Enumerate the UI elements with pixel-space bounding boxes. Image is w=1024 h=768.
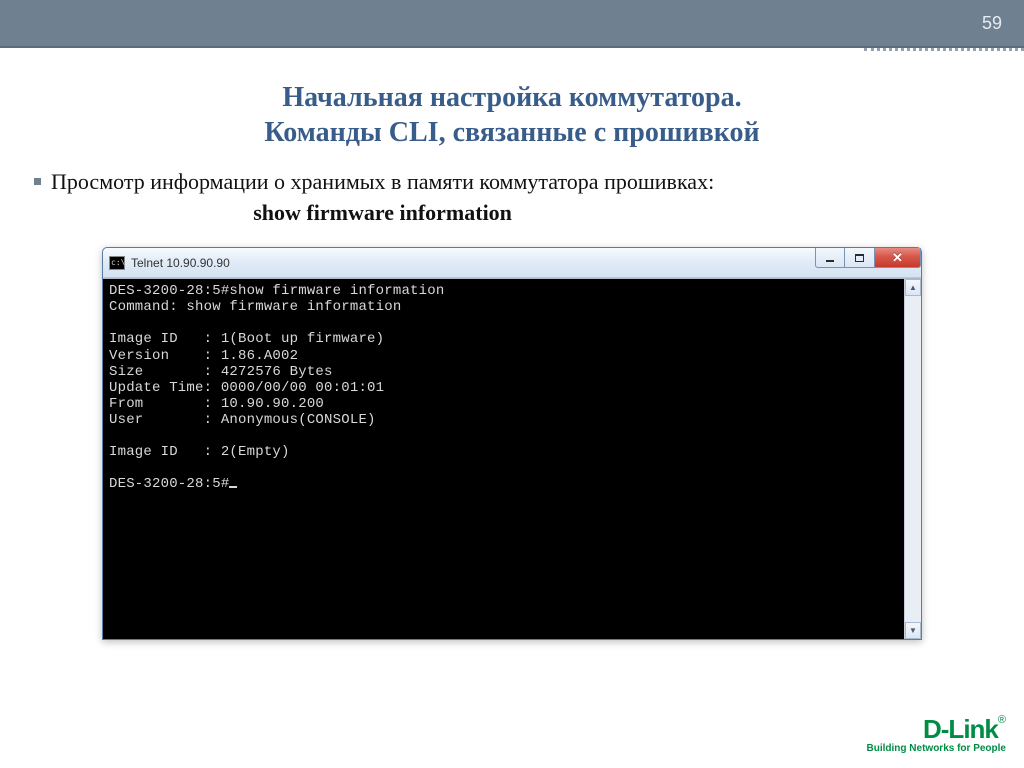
terminal-output[interactable]: DES-3200-28:5#show firmware information … [103,279,904,639]
scroll-track[interactable] [905,296,921,622]
bullet-description: Просмотр информации о хранимых в памяти … [51,169,714,194]
close-button[interactable]: ✕ [875,248,921,268]
logo-tagline: Building Networks for People [867,743,1006,754]
slide-title: Начальная настройка коммутатора. Команды… [0,80,1024,150]
window-frame: c:\ Telnet 10.90.90.90 ✕ DES-3200-28:5#s… [102,247,922,640]
logo-text: D-Link [923,714,998,744]
window-titlebar[interactable]: c:\ Telnet 10.90.90.90 ✕ [103,248,921,278]
terminal-cursor [229,486,237,488]
bullet-marker [34,178,41,185]
bullet-command: show firmware information [51,199,714,228]
title-line-2: Команды CLI, связанные с прошивкой [40,115,984,150]
brand-logo: D-Link® Building Networks for People [867,714,1006,754]
registered-mark: ® [998,714,1006,726]
title-line-1: Начальная настройка коммутатора. [40,80,984,115]
page-number: 59 [982,13,1002,34]
minimize-icon [826,260,834,262]
maximize-icon [855,254,864,262]
header-dotted-rule [864,48,1024,51]
close-icon: ✕ [892,251,903,264]
minimize-button[interactable] [815,248,845,268]
maximize-button[interactable] [845,248,875,268]
window-controls: ✕ [815,248,921,277]
vertical-scrollbar[interactable]: ▲ ▼ [904,279,921,639]
bullet-item: Просмотр информации о хранимых в памяти … [34,168,984,227]
cmd-icon: c:\ [109,256,125,270]
terminal-screenshot: c:\ Telnet 10.90.90.90 ✕ DES-3200-28:5#s… [102,247,922,640]
bullet-text: Просмотр информации о хранимых в памяти … [51,168,714,227]
window-title: Telnet 10.90.90.90 [131,256,230,270]
scroll-up-button[interactable]: ▲ [905,279,921,296]
slide-header: 59 [0,0,1024,48]
window-body: DES-3200-28:5#show firmware information … [103,278,921,639]
scroll-down-button[interactable]: ▼ [905,622,921,639]
